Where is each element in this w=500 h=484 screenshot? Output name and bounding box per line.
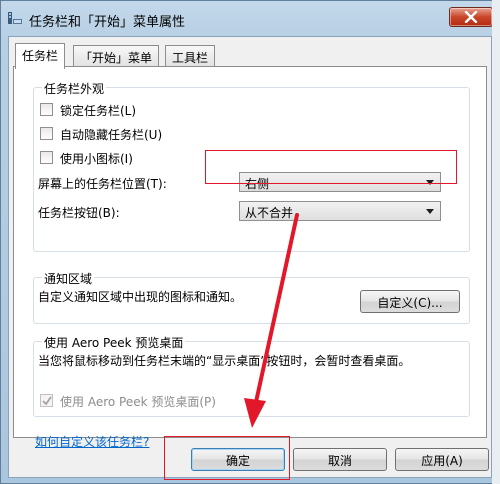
tab-toolbars[interactable]: 工具栏 xyxy=(165,45,216,67)
ok-button[interactable]: 确定 xyxy=(191,448,285,471)
notification-area-group: 通知区域 自定义通知区域中出现的图标和通知。 自定义(C)... xyxy=(33,270,470,324)
cancel-button[interactable]: 取消 xyxy=(293,448,387,471)
tab-start-menu[interactable]: 「开始」菜单 xyxy=(73,45,160,67)
tab-taskbar[interactable]: 任务栏 xyxy=(15,43,66,69)
taskbar-buttons-select[interactable]: 从不合并 xyxy=(239,201,441,221)
dialog-client-area: 任务栏 「开始」菜单 工具栏 任务栏外观 锁定任务栏(L) 自动隐藏任务栏(U)… xyxy=(8,36,492,478)
help-link[interactable]: 如何自定义该任务栏? xyxy=(35,433,149,450)
apply-button[interactable]: 应用(A) xyxy=(395,448,489,471)
taskbar-buttons-label: 任务栏按钮(B): xyxy=(38,206,120,220)
checkmark-icon xyxy=(42,396,52,406)
taskbar-position-label: 屏幕上的任务栏位置(T): xyxy=(38,177,167,191)
small-icons-checkbox[interactable] xyxy=(40,151,53,164)
window-title: 任务栏和「开始」菜单属性 xyxy=(29,15,186,30)
taskbar-tab-panel: 任务栏外观 锁定任务栏(L) 自动隐藏任务栏(U) 使用小图标(I) 屏幕上的任… xyxy=(13,66,487,449)
lock-taskbar-checkbox[interactable] xyxy=(40,103,53,116)
customize-button[interactable]: 自定义(C)... xyxy=(360,290,460,313)
aero-peek-checkbox[interactable] xyxy=(40,394,53,407)
small-icons-label: 使用小图标(I) xyxy=(60,152,133,166)
taskbar-appearance-group: 任务栏外观 锁定任务栏(L) 自动隐藏任务栏(U) 使用小图标(I) 屏幕上的任… xyxy=(33,80,470,252)
desktop-background-strip xyxy=(492,0,500,484)
taskbar-position-select[interactable]: 右侧 xyxy=(239,172,441,192)
notification-description: 自定义通知区域中出现的图标和通知。 xyxy=(38,290,243,304)
aero-peek-label: 使用 Aero Peek 预览桌面(P) xyxy=(60,395,216,409)
close-button[interactable] xyxy=(449,7,493,27)
lock-taskbar-label: 锁定任务栏(L) xyxy=(60,104,137,118)
group-title-aero-peek: 使用 Aero Peek 预览桌面 xyxy=(42,334,186,351)
group-title-notification: 通知区域 xyxy=(42,270,95,287)
taskbar-position-value: 右侧 xyxy=(245,177,270,191)
dialog-window: 任务栏和「开始」菜单属性 任务栏 「开始」菜单 工具栏 任务栏外观 锁定任务栏(… xyxy=(0,0,500,484)
taskbar-app-icon xyxy=(7,10,23,26)
aero-peek-description: 当您将鼠标移动到任务栏末端的“显示桌面”按钮时，会暂时查看桌面。 xyxy=(38,354,411,368)
close-icon xyxy=(464,11,478,23)
dropdown-arrow-icon xyxy=(426,180,434,185)
auto-hide-label: 自动隐藏任务栏(U) xyxy=(60,128,163,142)
auto-hide-checkbox[interactable] xyxy=(40,127,53,140)
title-bar[interactable]: 任务栏和「开始」菜单属性 xyxy=(1,1,499,35)
aero-peek-group: 使用 Aero Peek 预览桌面 当您将鼠标移动到任务栏末端的“显示桌面”按钮… xyxy=(33,334,470,417)
group-title-appearance: 任务栏外观 xyxy=(42,80,107,97)
dropdown-arrow-icon xyxy=(426,209,434,214)
taskbar-buttons-value: 从不合并 xyxy=(245,206,294,220)
